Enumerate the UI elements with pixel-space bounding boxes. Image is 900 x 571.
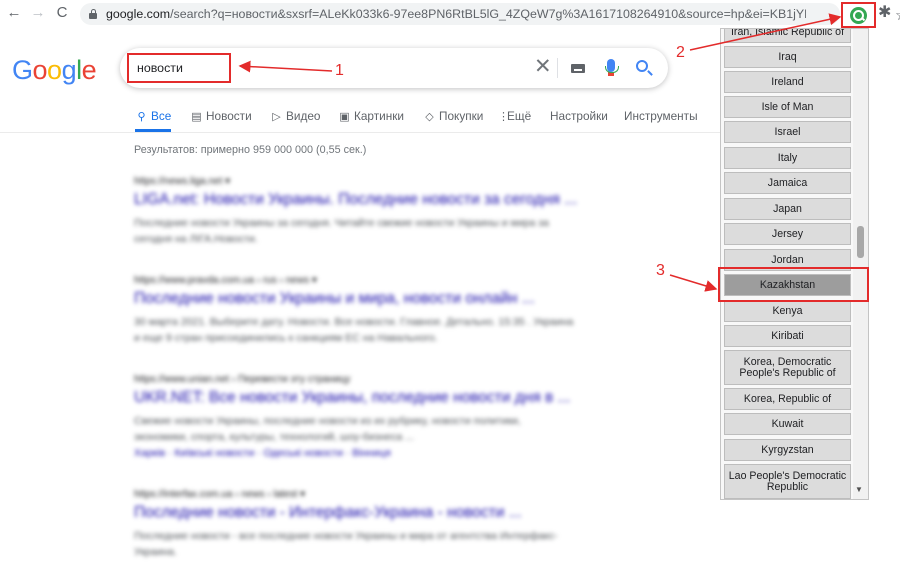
tab-label: Покупки xyxy=(439,109,484,123)
tab-label: Все xyxy=(151,109,172,123)
search-icon: ⚲ xyxy=(137,111,146,123)
result-snippet: Свежие новости Украины, последние новост… xyxy=(134,415,521,427)
tab-label: Настройки xyxy=(550,109,608,123)
country-option[interactable]: Japan xyxy=(724,198,851,220)
logo-letter: e xyxy=(81,55,97,85)
logo-letter: G xyxy=(12,55,33,85)
search-tabs: ⚲ Все ▤ Новости ▷ Видео ▣ Картинки ◇ Покупки … xyxy=(0,104,720,132)
url-text[interactable]: google.com/search?q=новости&sxsrf=ALeKk0… xyxy=(106,6,806,22)
logo-letter: o xyxy=(47,55,62,85)
country-option[interactable]: Italy xyxy=(724,147,851,169)
extension-highlight xyxy=(841,2,876,28)
search-result[interactable]: https://interfax.com.ua › news › latest … xyxy=(134,489,614,560)
country-option[interactable]: Kyrgyzstan xyxy=(724,439,851,461)
result-url[interactable]: https://www.unian.net › Перевести эту ст… xyxy=(134,374,614,389)
logo-letter: g xyxy=(61,55,77,85)
result-url[interactable]: https://news.liga.net ▾ xyxy=(134,176,614,191)
search-icon[interactable] xyxy=(636,60,648,72)
more-dots-icon: ⋮ xyxy=(498,111,509,123)
annotation-label-3: 3 xyxy=(656,262,665,279)
country-option[interactable]: Jersey xyxy=(724,223,851,245)
back-arrow-icon[interactable]: ← xyxy=(4,3,24,23)
tab-label: Картинки xyxy=(354,109,404,123)
result-snippet: Украина. xyxy=(134,546,177,558)
clear-icon[interactable]: ✕ xyxy=(534,56,552,78)
scroll-down-icon[interactable]: ▼ xyxy=(855,485,863,494)
country-option[interactable]: Lao People's Democratic Republic xyxy=(724,464,851,499)
arrow-3 xyxy=(669,274,718,292)
scrollbar-track[interactable] xyxy=(853,29,868,499)
forward-arrow-icon[interactable]: → xyxy=(28,3,48,23)
divider xyxy=(0,132,720,133)
tab-label: Новости xyxy=(206,109,252,123)
results-count: Результатов: примерно 959 000 000 (0,55 … xyxy=(134,144,367,156)
tab-label: Инструменты xyxy=(624,109,698,123)
search-input[interactable]: новости xyxy=(137,61,183,75)
result-url[interactable]: https://interfax.com.ua › news › latest … xyxy=(134,489,614,504)
reload-icon[interactable]: C xyxy=(52,3,72,23)
video-icon: ▷ xyxy=(272,111,281,123)
search-result[interactable]: https://news.liga.net ▾ LIGA.net: Новост… xyxy=(134,176,614,247)
tab-tools[interactable]: Инструменты xyxy=(624,104,698,132)
result-snippet: 30 марта 2021. Выберите дату. Новости. В… xyxy=(134,316,574,328)
bookmark-star-icon[interactable]: ☆ xyxy=(895,8,900,24)
magnifier-green-icon[interactable] xyxy=(850,7,867,24)
tab-shopping[interactable]: ◇ Покупки xyxy=(423,104,483,132)
country-option[interactable]: Ireland xyxy=(724,71,851,93)
result-snippet: Последние новости - все последние новост… xyxy=(134,530,558,542)
country-option[interactable]: Kuwait xyxy=(724,413,851,435)
tab-images[interactable]: ▣ Картинки xyxy=(338,104,404,132)
country-option[interactable]: Kiribati xyxy=(724,325,851,347)
scrollbar-thumb[interactable] xyxy=(857,226,864,258)
country-option[interactable]: Iraq xyxy=(724,46,851,68)
image-icon: ▣ xyxy=(339,111,350,123)
country-option[interactable]: Iran, Islamic Republic of xyxy=(724,29,851,43)
lock-icon xyxy=(89,9,97,19)
country-option[interactable]: Isle of Man xyxy=(724,96,851,118)
result-title[interactable]: Последние новости Украины и мира, новост… xyxy=(134,290,614,314)
tab-label: Видео xyxy=(286,109,321,123)
tab-video[interactable]: ▷ Видео xyxy=(270,104,320,132)
result-snippet: экономики, спорта, культуры, технологий,… xyxy=(134,431,414,443)
url-path: /search?q=новости&sxsrf=ALeKk033k6-97ee8… xyxy=(170,7,806,21)
annotation-label-1: 1 xyxy=(335,62,344,79)
search-box[interactable]: новости ✕ xyxy=(120,48,668,88)
result-snippet: и еще 9 стран присоединились к санкциям … xyxy=(134,332,438,344)
tag-icon: ◇ xyxy=(425,111,434,123)
address-bar[interactable]: google.com/search?q=новости&sxsrf=ALeKk0… xyxy=(80,3,900,25)
tab-settings[interactable]: Настройки xyxy=(550,104,608,132)
browser-toolbar: ← → C google.com/search?q=новости&sxsrf=… xyxy=(0,0,900,28)
tab-news[interactable]: ▤ Новости xyxy=(190,104,252,132)
keyboard-icon[interactable] xyxy=(571,64,585,73)
kazakhstan-highlight xyxy=(718,267,869,302)
country-option[interactable]: Israel xyxy=(724,121,851,143)
news-icon: ▤ xyxy=(191,111,202,123)
country-option[interactable]: Jamaica xyxy=(724,172,851,194)
result-title[interactable]: UKR.NET: Все новости Украины, последние … xyxy=(134,389,614,413)
tab-label: Ещё xyxy=(507,109,532,123)
country-option[interactable]: Korea, Republic of xyxy=(724,388,851,410)
search-result[interactable]: https://www.pravda.com.ua › rus › news ▾… xyxy=(134,275,614,346)
result-url[interactable]: https://www.pravda.com.ua › rus › news ▾ xyxy=(134,275,614,290)
result-snippet: Последние новости Украины за сегодня. Чи… xyxy=(134,217,549,229)
logo-letter: o xyxy=(32,55,48,85)
result-title[interactable]: Последние новости - Интерфакс-Украина - … xyxy=(134,504,614,528)
microphone-icon[interactable] xyxy=(605,59,619,76)
result-snippet: сегодня на ЛIГА.Новости. xyxy=(134,233,258,245)
annotation-label-2: 2 xyxy=(676,44,685,61)
tab-all[interactable]: ⚲ Все xyxy=(135,104,172,132)
url-host: google.com xyxy=(106,7,171,21)
country-dropdown[interactable]: Iran, Islamic Republic of Iraq Ireland I… xyxy=(720,28,869,500)
result-sitelinks[interactable]: Харків · Київські новости · Одеські ново… xyxy=(134,445,614,461)
divider xyxy=(557,58,558,78)
query-highlight: новости xyxy=(127,53,231,83)
search-result[interactable]: https://www.unian.net › Перевести эту ст… xyxy=(134,374,614,461)
tab-more[interactable]: ⋮Ещё xyxy=(498,104,531,132)
extensions-puzzle-icon[interactable]: ✱ xyxy=(878,5,891,21)
google-logo[interactable]: Google xyxy=(12,55,97,86)
country-option[interactable]: Korea, Democratic People's Republic of xyxy=(724,350,851,385)
country-option[interactable]: Kenya xyxy=(724,300,851,322)
result-title[interactable]: LIGA.net: Новости Украины. Последние нов… xyxy=(134,191,614,215)
